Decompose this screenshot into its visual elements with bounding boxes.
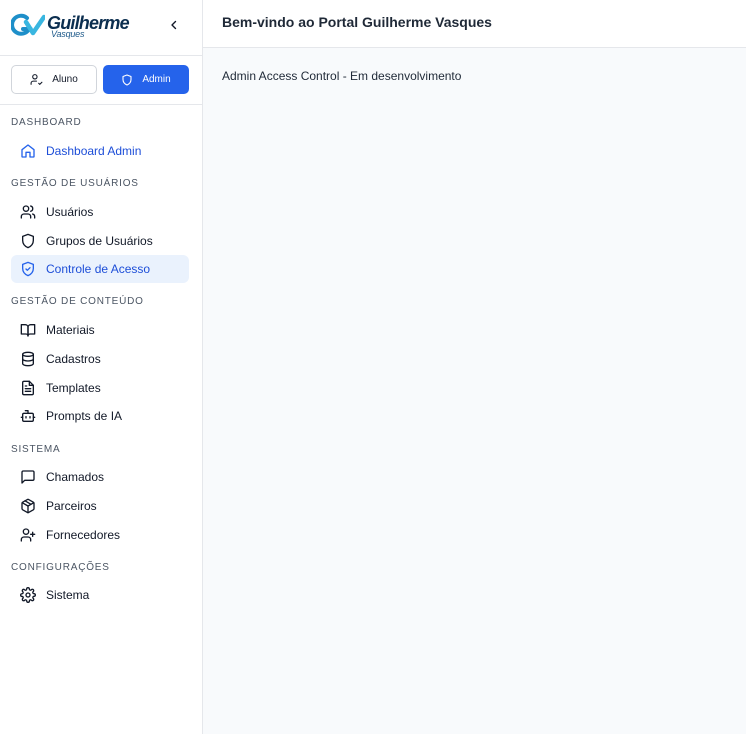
sidebar-item-fornecedores[interactable]: Fornecedores [11,521,189,549]
package-icon [21,498,35,514]
sidebar-item-label: Controle de Acesso [46,262,151,276]
collapse-sidebar-button[interactable] [166,17,182,33]
users-icon [20,205,36,219]
sidebar-item-label: Dashboard Admin [46,144,142,158]
sidebar-item-label: Materiais [46,323,95,337]
sidebar-item-label: Sistema [46,588,90,602]
user-check-icon [30,74,43,85]
sidebar-item-label: Cadastros [46,352,101,366]
sidebar: Guilherme Vasques Aluno Admin DASHBOARD … [0,0,203,734]
sidebar-item-label: Prompts de IA [46,409,123,423]
shield-check-icon [22,261,34,277]
sidebar-item-prompts[interactable]: Prompts de IA [11,402,189,430]
sidebar-item-controle-acesso[interactable]: Controle de Acesso [11,255,189,283]
sidebar-item-label: Chamados [46,470,105,484]
sidebar-item-grupos[interactable]: Grupos de Usuários [11,227,189,255]
admin-role-button[interactable]: Admin [103,65,189,94]
logo-mark-icon [10,13,47,39]
page-title: Bem-vindo ao Portal Guilherme Vasques [222,14,492,30]
sidebar-item-usuarios[interactable]: Usuários [11,198,189,226]
aluno-role-label: Aluno [52,74,78,85]
sidebar-item-label: Parceiros [46,499,97,513]
sidebar-item-parceiros[interactable]: Parceiros [11,492,189,520]
file-text-icon [22,380,34,396]
placeholder-message: Admin Access Control - Em desenvolviment… [222,69,462,83]
admin-role-label: Admin [142,74,171,85]
sidebar-item-label: Usuários [46,205,94,219]
bot-icon [20,410,36,422]
brand-logo[interactable]: Guilherme Vasques [10,13,130,39]
top-header: Bem-vindo ao Portal Guilherme Vasques [203,0,746,48]
sidebar-item-cadastros[interactable]: Cadastros [11,345,189,373]
role-switcher: Aluno Admin [0,56,202,105]
sidebar-item-dashboard-admin[interactable]: Dashboard Admin [11,137,189,165]
section-title-dashboard: DASHBOARD [11,117,82,128]
shield-icon [22,233,34,249]
section-title-system: SISTEMA [11,444,61,455]
section-title-config: CONFIGURAÇÕES [11,562,110,573]
sidebar-item-sistema[interactable]: Sistema [11,581,189,609]
sidebar-header: Guilherme Vasques [0,0,202,56]
database-icon [22,351,34,367]
book-open-icon [20,324,36,337]
section-title-users: GESTÃO DE USUÁRIOS [11,178,139,189]
user-plus-icon [20,528,36,542]
section-title-content: GESTÃO DE CONTEÚDO [11,296,144,307]
chevron-left-icon [171,20,177,30]
sidebar-item-materiais[interactable]: Materiais [11,316,189,344]
sidebar-item-templates[interactable]: Templates [11,374,189,402]
aluno-role-button[interactable]: Aluno [11,65,97,94]
message-square-icon [21,470,35,484]
shield-icon [122,73,132,86]
home-icon [21,144,35,158]
sidebar-item-label: Grupos de Usuários [46,234,153,248]
settings-icon [20,587,36,603]
sidebar-item-label: Templates [46,381,101,395]
sidebar-item-chamados[interactable]: Chamados [11,463,189,491]
sidebar-item-label: Fornecedores [46,528,121,542]
